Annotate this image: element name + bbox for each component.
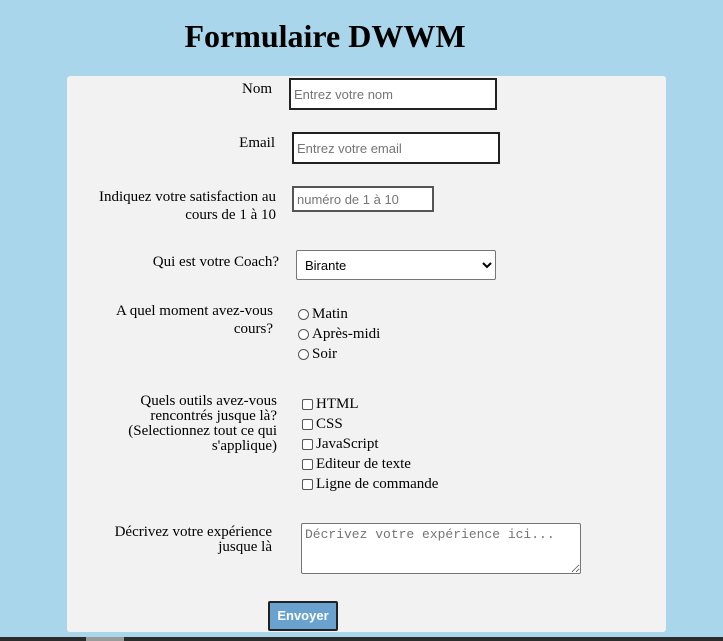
name-input[interactable] [289,78,497,110]
radio-label: Après-midi [312,325,381,342]
moment-label-line1: A quel moment avez-vous [115,303,273,319]
checkbox-label: JavaScript [316,435,379,452]
experience-label-line1: Décrivez votre expérience [114,524,272,540]
email-input[interactable] [292,132,500,164]
coach-select[interactable]: Birante [296,250,496,280]
checkbox-option-css[interactable]: CSS [302,415,343,433]
tools-label: Quels outils avez-vous rencontrés jusque… [100,394,277,454]
moment-label: A quel moment avez-vous cours? [90,304,273,337]
checkbox-label: HTML [316,395,359,412]
experience-label: Décrivez votre expérience jusque là [86,525,272,555]
name-label: Nom [242,81,272,97]
checkbox-label: Ligne de commande [316,475,439,492]
tools-label-line4: s'applique) [211,438,277,454]
checkbox-label: CSS [316,415,343,432]
checkbox-icon[interactable] [302,398,313,410]
checkbox-option-html[interactable]: HTML [302,395,359,413]
experience-textarea[interactable] [301,523,581,574]
checkbox-icon[interactable] [302,458,313,470]
radio-option-soir[interactable]: Soir [298,345,337,363]
moment-label-line2: cours? [233,321,273,337]
moment-radio-group: Matin Après-midi Soir [298,305,418,365]
checkbox-label: Editeur de texte [316,455,411,472]
checkbox-option-editeur[interactable]: Editeur de texte [302,455,411,473]
satisfaction-input[interactable] [292,186,434,212]
checkbox-icon[interactable] [302,418,313,430]
checkbox-icon[interactable] [302,438,313,450]
bottom-strip [0,637,723,641]
page-title: Formulaire DWWM [184,18,466,54]
tools-label-line3: (Selectionnez tout ce qui [128,423,277,439]
experience-label-line2: jusque là [218,539,272,555]
tools-label-line2: rencontrés jusque là? [150,408,277,424]
radio-option-apres-midi[interactable]: Après-midi [298,325,380,343]
radio-option-matin[interactable]: Matin [298,305,348,323]
radio-label: Soir [312,345,338,362]
submit-button[interactable]: Envoyer [268,601,338,631]
satisfaction-label: Indiquez votre satisfaction au cours de … [70,190,276,223]
radio-icon[interactable] [298,348,309,360]
email-label: Email [239,135,275,151]
checkbox-option-ligne-commande[interactable]: Ligne de commande [302,475,438,493]
checkbox-icon[interactable] [302,478,313,490]
radio-icon[interactable] [298,308,309,320]
satisfaction-label-line2: cours de 1 à 10 [185,207,276,223]
radio-label: Matin [312,305,348,322]
satisfaction-label-line1: Indiquez votre satisfaction au [98,189,276,205]
tools-label-line1: Quels outils avez-vous [140,393,277,409]
bottom-strip-segment [86,637,124,641]
radio-icon[interactable] [298,328,309,340]
checkbox-option-javascript[interactable]: JavaScript [302,435,378,453]
tools-checkbox-group: HTML CSS JavaScript Editeur de texte Lig… [302,395,482,495]
coach-label: Qui est votre Coach? [152,254,279,270]
